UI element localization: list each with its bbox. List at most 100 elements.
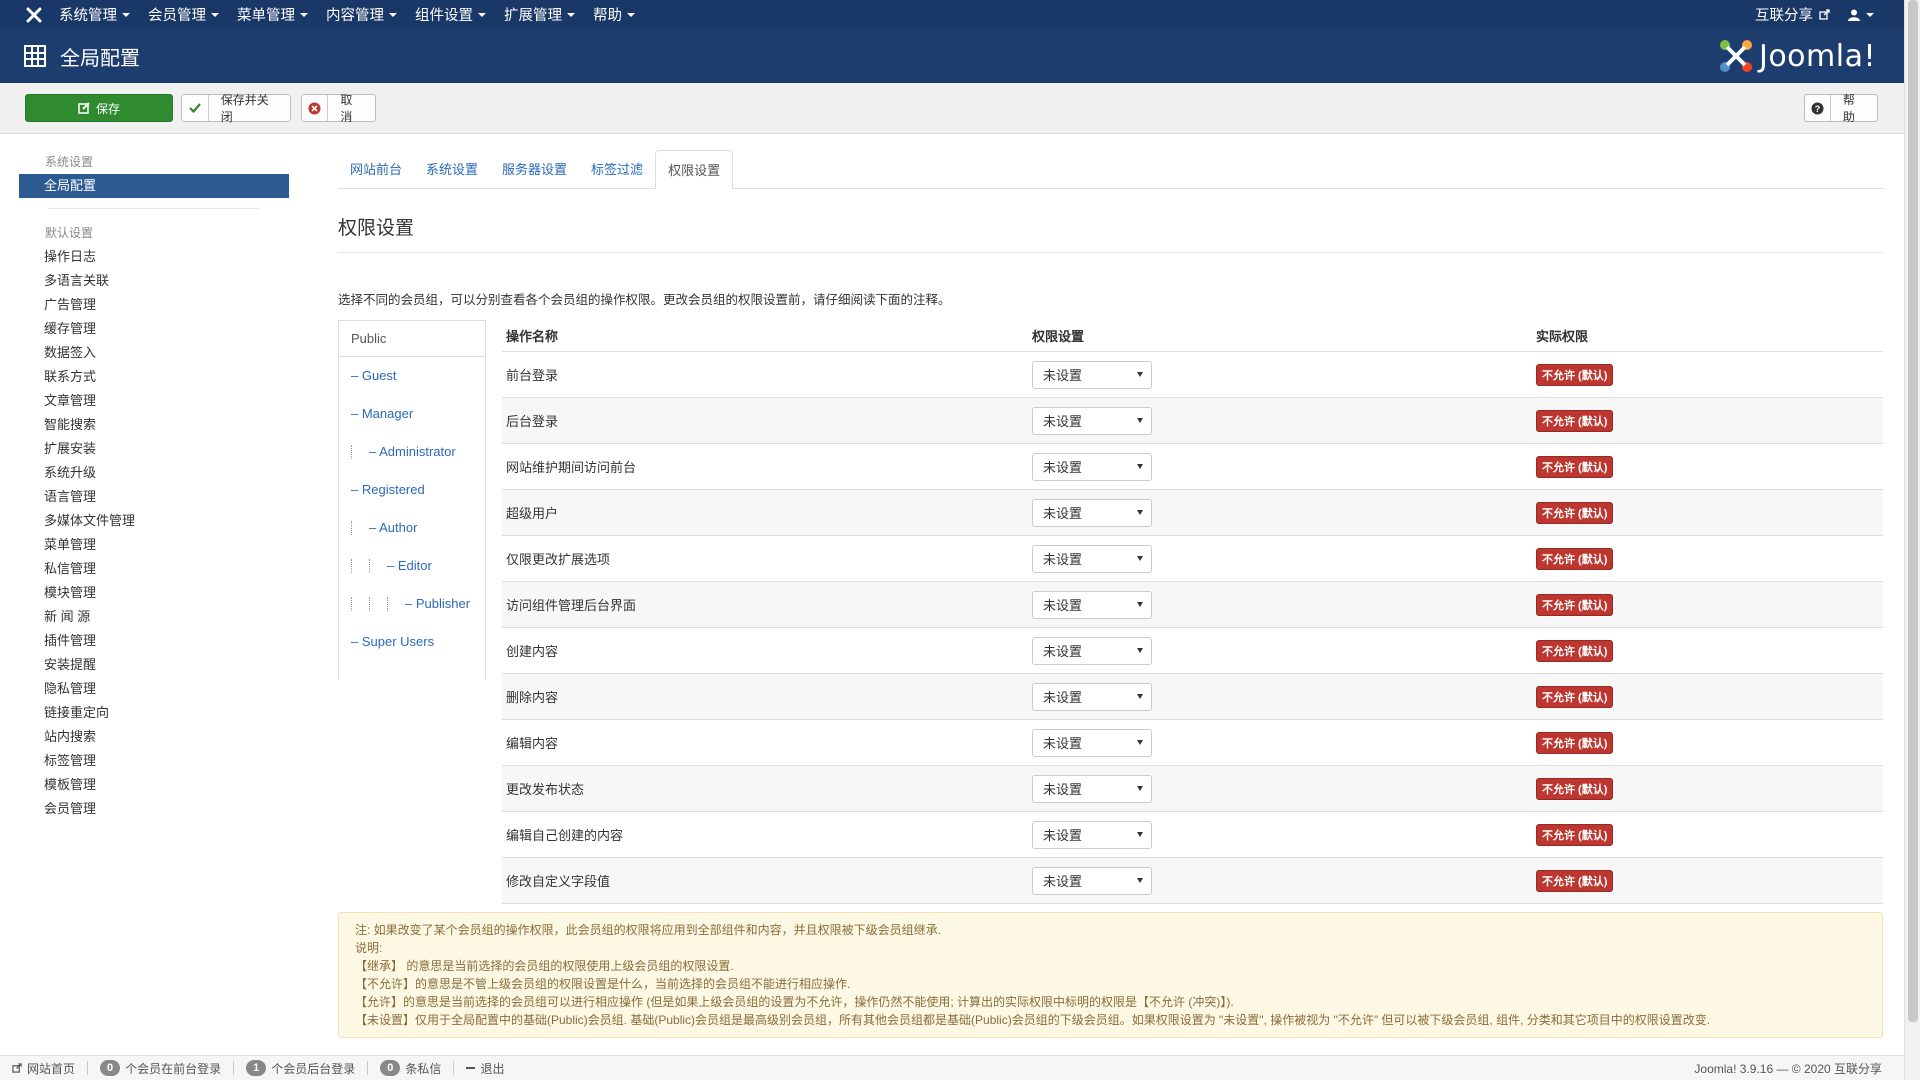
sidebar-item[interactable]: 语言管理 bbox=[19, 485, 289, 509]
setting-cell: 未设置 bbox=[1028, 544, 1532, 573]
sidebar-item[interactable]: 模块管理 bbox=[19, 581, 289, 605]
sidebar-item[interactable]: 文章管理 bbox=[19, 389, 289, 413]
group-item[interactable]: – Administrator bbox=[339, 433, 485, 471]
topnav-menu-label: 内容管理 bbox=[326, 8, 384, 24]
sidebar-item[interactable]: 隐私管理 bbox=[19, 677, 289, 701]
action-name: 仅限更改扩展选项 bbox=[506, 552, 611, 567]
table-row: 网站维护期间访问前台 未设置 不允许 (默认) bbox=[502, 444, 1883, 490]
calculated-cell: 不允许 (默认) bbox=[1532, 501, 1872, 524]
scrollbar-thumb[interactable] bbox=[1908, 0, 1918, 1022]
tab[interactable]: 服务器设置 bbox=[490, 150, 579, 189]
save-button[interactable]: 保存 bbox=[25, 94, 173, 122]
group-item[interactable]: – Publisher bbox=[339, 585, 485, 623]
permission-select[interactable]: 未设置 bbox=[1032, 820, 1152, 849]
permission-select[interactable]: 未设置 bbox=[1032, 866, 1152, 895]
action-name: 后台登录 bbox=[506, 414, 559, 429]
logout-link[interactable]: 退出 bbox=[454, 1061, 516, 1076]
joomla-logo-icon[interactable] bbox=[18, 0, 50, 29]
permission-select[interactable]: 未设置 bbox=[1032, 636, 1152, 665]
table-row: 后台登录 未设置 不允许 (默认) bbox=[502, 398, 1883, 444]
tab[interactable]: 权限设置 bbox=[655, 150, 734, 189]
action-name: 前台登录 bbox=[506, 368, 559, 383]
save-label: 保存 bbox=[95, 101, 120, 116]
sidebar-item[interactable]: 扩展安装 bbox=[19, 437, 289, 461]
sidebar-item[interactable]: 会员管理 bbox=[19, 797, 289, 821]
frontend-users[interactable]: 0 个会员在前台登录 bbox=[88, 1060, 235, 1076]
sidebar-item[interactable]: 模板管理 bbox=[19, 773, 289, 797]
sidebar-item[interactable]: 数据签入 bbox=[19, 341, 289, 365]
action-name: 访问组件管理后台界面 bbox=[506, 598, 637, 613]
group-item[interactable]: Public bbox=[339, 321, 485, 357]
sidebar-item[interactable]: 广告管理 bbox=[19, 293, 289, 317]
sidebar-item[interactable]: 多语言关联 bbox=[19, 269, 289, 293]
sidebar-item[interactable]: 缓存管理 bbox=[19, 317, 289, 341]
permission-select[interactable]: 未设置 bbox=[1032, 590, 1152, 619]
permission-select[interactable]: 未设置 bbox=[1032, 452, 1152, 481]
group-label: – Editor bbox=[387, 558, 432, 573]
dropdown-arrow-icon bbox=[1137, 602, 1143, 607]
permission-select[interactable]: 未设置 bbox=[1032, 682, 1152, 711]
topnav-menu-item[interactable]: 系统管理 bbox=[50, 0, 139, 29]
help-label: 帮助 bbox=[1842, 93, 1855, 124]
sidebar-item-global-config[interactable]: 全局配置 bbox=[19, 174, 289, 198]
topnav-menu-item[interactable]: 扩展管理 bbox=[495, 0, 584, 29]
action-name: 修改自定义字段值 bbox=[506, 874, 611, 889]
help-button[interactable]: ? 帮助 bbox=[1804, 93, 1878, 124]
permission-select[interactable]: 未设置 bbox=[1032, 498, 1152, 527]
sidebar-heading-system: 系统设置 bbox=[45, 155, 94, 169]
group-label: Public bbox=[351, 330, 387, 346]
permission-select[interactable]: 未设置 bbox=[1032, 774, 1152, 803]
permission-select[interactable]: 未设置 bbox=[1032, 544, 1152, 573]
sidebar-item[interactable]: 操作日志 bbox=[19, 245, 289, 269]
dropdown-arrow-icon bbox=[1137, 510, 1143, 515]
cancel-button[interactable]: 取消 bbox=[301, 93, 376, 124]
tree-indent bbox=[351, 559, 369, 573]
group-item[interactable]: – Author bbox=[339, 509, 485, 547]
site-link[interactable]: 互联分享 bbox=[1755, 4, 1830, 25]
svg-text:?: ? bbox=[1815, 104, 1821, 114]
backend-users[interactable]: 1 个会员后台登录 bbox=[234, 1060, 369, 1076]
topnav-menu-item[interactable]: 会员管理 bbox=[139, 0, 228, 29]
notice-line: 注: 如果改变了某个会员组的操作权限，此会员组的权限将应用到全部组件和内容，并且… bbox=[355, 923, 942, 937]
save-close-button[interactable]: 保存并关闭 bbox=[181, 93, 291, 124]
group-item[interactable]: – Super Users bbox=[339, 623, 485, 661]
group-item[interactable]: – Manager bbox=[339, 395, 485, 433]
group-item[interactable]: – Guest bbox=[339, 357, 485, 395]
top-navbar: 系统管理 会员管理 菜单管理 内容管理 组件设置 扩展管理 帮助 互联分享 bbox=[0, 0, 1904, 29]
tab[interactable]: 网站前台 bbox=[338, 150, 414, 189]
sidebar-item[interactable]: 安装提醒 bbox=[19, 653, 289, 677]
permission-select[interactable]: 未设置 bbox=[1032, 406, 1152, 435]
notice-line: 【未设置】仅用于全局配置中的基础(Public)会员组. 基础(Public)会… bbox=[355, 1013, 1711, 1027]
topnav-menu-item[interactable]: 内容管理 bbox=[317, 0, 406, 29]
sidebar-item[interactable]: 多媒体文件管理 bbox=[19, 509, 289, 533]
tree-indent bbox=[351, 597, 369, 611]
view-site-link[interactable]: 网站首页 bbox=[0, 1061, 89, 1076]
sidebar-item[interactable]: 新 闻 源 bbox=[19, 605, 289, 629]
sidebar-item[interactable]: 系统升级 bbox=[19, 461, 289, 485]
permission-select[interactable]: 未设置 bbox=[1032, 360, 1152, 389]
tab[interactable]: 系统设置 bbox=[414, 150, 490, 189]
cancel-icon bbox=[302, 95, 329, 121]
sidebar-item[interactable]: 私信管理 bbox=[19, 557, 289, 581]
private-messages[interactable]: 0 条私信 bbox=[368, 1060, 455, 1076]
topnav-menu-item[interactable]: 组件设置 bbox=[406, 0, 495, 29]
group-list: Public – Guest – Manager – Administrator – R… bbox=[338, 320, 486, 680]
page-scrollbar[interactable] bbox=[1904, 0, 1920, 1080]
sidebar-item[interactable]: 智能搜索 bbox=[19, 413, 289, 437]
calculated-cell: 不允许 (默认) bbox=[1532, 547, 1872, 570]
topnav-menu-item[interactable]: 菜单管理 bbox=[228, 0, 317, 29]
sidebar-item[interactable]: 站内搜索 bbox=[19, 725, 289, 749]
user-menu[interactable] bbox=[1848, 9, 1874, 21]
sidebar-item[interactable]: 联系方式 bbox=[19, 365, 289, 389]
group-item[interactable]: – Editor bbox=[339, 547, 485, 585]
sidebar-item[interactable]: 链接重定向 bbox=[19, 701, 289, 725]
sidebar-item[interactable]: 插件管理 bbox=[19, 629, 289, 653]
permission-select[interactable]: 未设置 bbox=[1032, 728, 1152, 757]
table-row: 超级用户 未设置 不允许 (默认) bbox=[502, 490, 1883, 536]
tab[interactable]: 标签过滤 bbox=[579, 150, 655, 189]
status-badge: 不允许 (默认) bbox=[1536, 777, 1614, 800]
group-item[interactable]: – Registered bbox=[339, 471, 485, 509]
sidebar-item[interactable]: 标签管理 bbox=[19, 749, 289, 773]
topnav-menu-item[interactable]: 帮助 bbox=[584, 0, 644, 29]
sidebar-item[interactable]: 菜单管理 bbox=[19, 533, 289, 557]
